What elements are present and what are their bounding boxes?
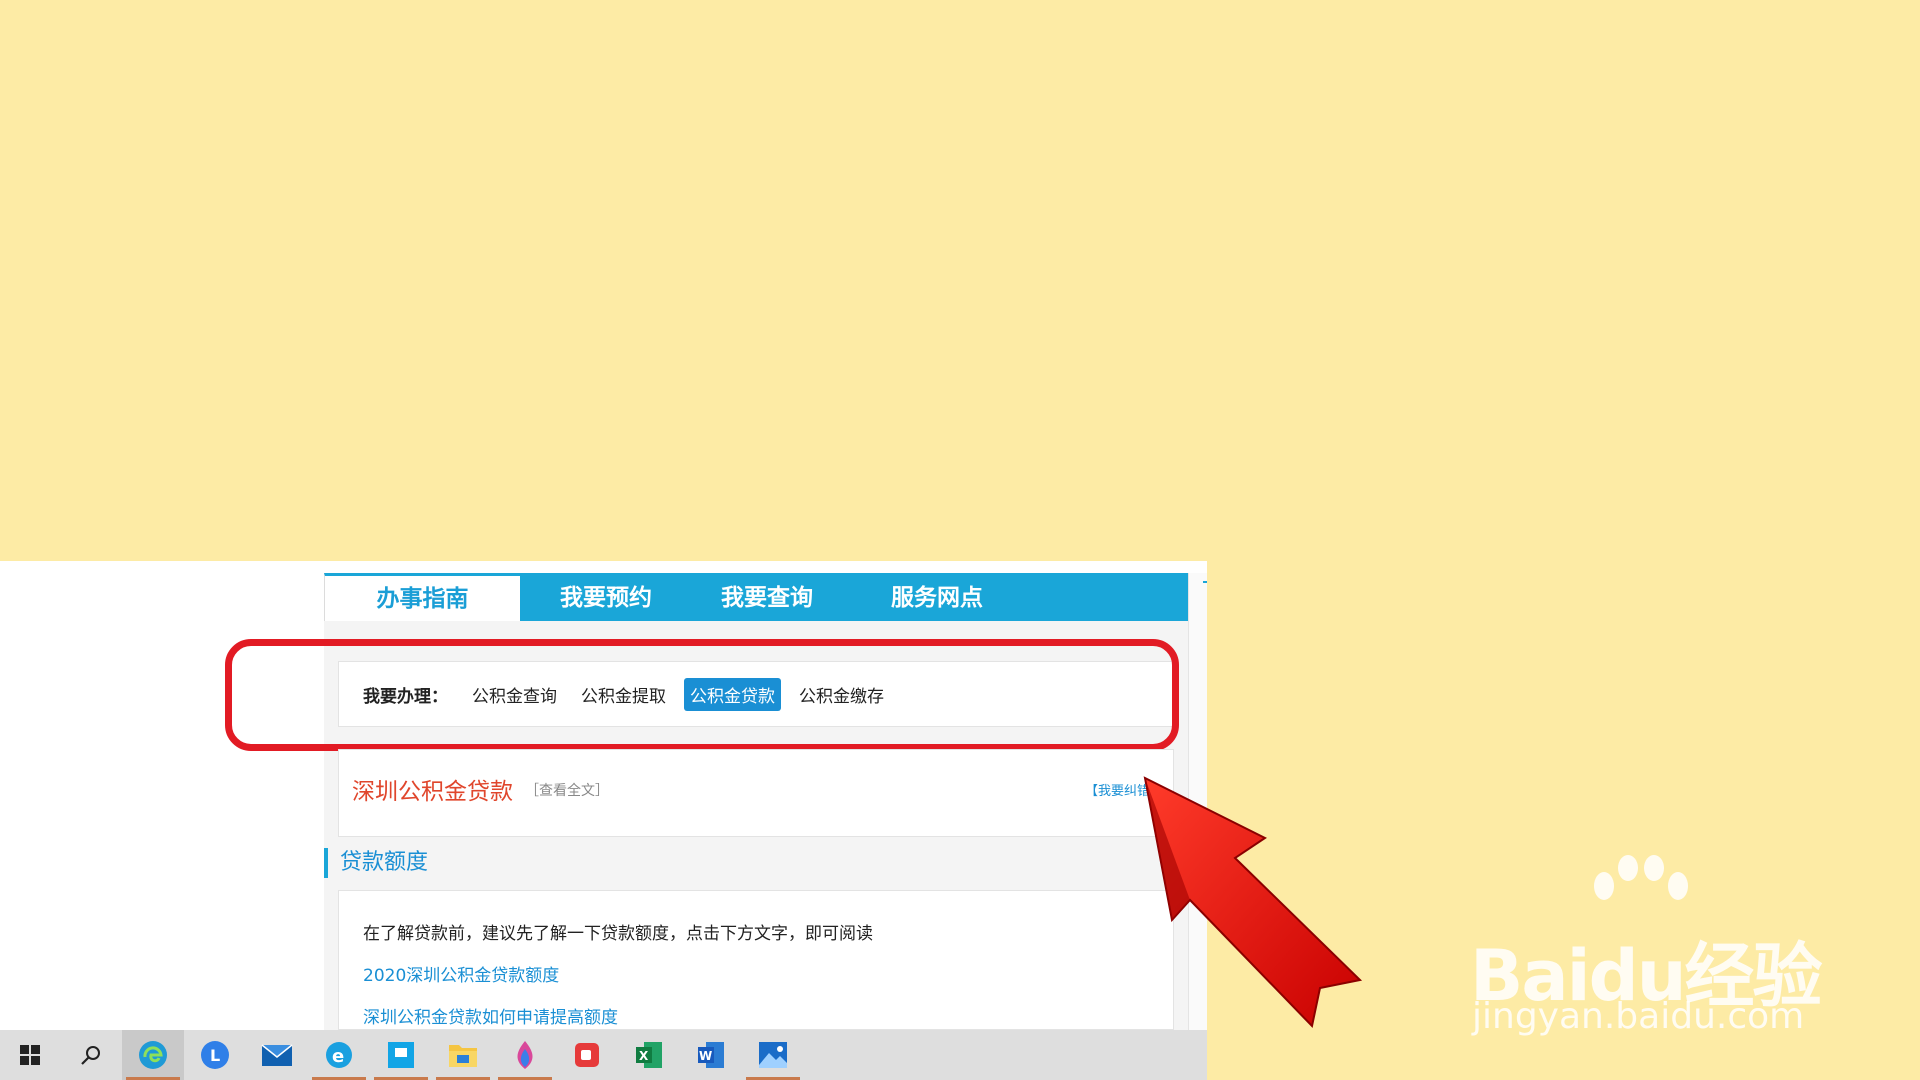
tab-query[interactable]: 我要查询 (692, 573, 842, 621)
section-heading: 贷款额度 (324, 848, 428, 878)
red-pointer-arrow-icon (1143, 776, 1363, 1029)
red-highlight-box (225, 639, 1179, 751)
tab-guide[interactable]: 办事指南 (324, 573, 520, 621)
section-body: 在了解贷款前，建议先了解一下贷款额度，点击下方文字，即可阅读 2020深圳公积金… (338, 890, 1174, 1030)
svg-text:W: W (699, 1049, 712, 1063)
view-full-link[interactable]: ［查看全文］ (525, 780, 609, 800)
search-icon[interactable] (60, 1030, 122, 1080)
link-loan-limit[interactable]: 2020深圳公积金贷款额度 (363, 961, 559, 986)
edge-icon[interactable] (122, 1030, 184, 1080)
app-icon[interactable] (370, 1030, 432, 1080)
tab-appointment[interactable]: 我要预约 (520, 573, 692, 621)
screen-recorder-icon[interactable] (556, 1030, 618, 1080)
ie-icon[interactable]: e (308, 1030, 370, 1080)
windows-start-icon[interactable] (0, 1030, 60, 1080)
word-icon[interactable]: W (680, 1030, 742, 1080)
section-intro: 在了解贷款前，建议先了解一下贷款额度，点击下方文字，即可阅读 (363, 924, 873, 944)
l-app-icon[interactable]: L (184, 1030, 246, 1080)
file-explorer-icon[interactable] (432, 1030, 494, 1080)
svg-text:e: e (332, 1046, 344, 1067)
article-title-box: 深圳公积金贷款 ［查看全文］ 【我要纠错】 (338, 749, 1174, 837)
tab-service-outlets[interactable]: 服务网点 (842, 573, 1032, 621)
svg-text:X: X (639, 1049, 649, 1063)
rail-accent (1203, 581, 1207, 583)
watermark-url: jingyan.baidu.com (1472, 996, 1805, 1037)
main-tab-bar: 办事指南 我要预约 我要查询 服务网点 (324, 573, 1188, 621)
mail-icon[interactable] (246, 1030, 308, 1080)
excel-icon[interactable]: X (618, 1030, 680, 1080)
paint-icon[interactable] (494, 1030, 556, 1080)
article-title: 深圳公积金贷款 (352, 779, 513, 805)
svg-text:L: L (210, 1046, 220, 1065)
browser-viewport: 办事指南 我要预约 我要查询 服务网点 我要办理： 公积金查询 公积金提取 公积… (0, 561, 1207, 1080)
link-raise-limit[interactable]: 深圳公积金贷款如何申请提高额度 (363, 1003, 618, 1028)
photos-icon[interactable] (742, 1030, 804, 1080)
taskbar: L e X W (0, 1030, 1207, 1080)
